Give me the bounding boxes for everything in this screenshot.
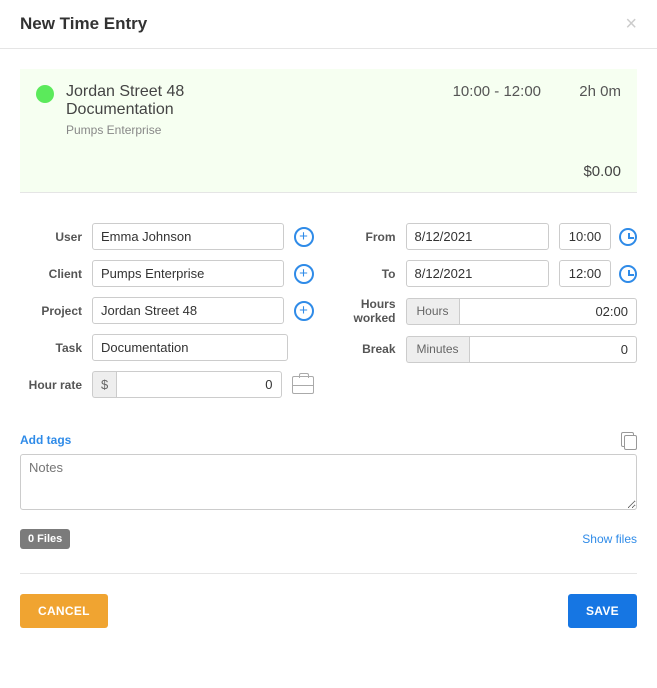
modal-footer: CANCEL SAVE	[20, 573, 637, 628]
hour-rate-currency: $	[92, 371, 116, 398]
break-label: Break	[344, 342, 406, 356]
notes-textarea[interactable]	[20, 454, 637, 510]
user-label: User	[20, 230, 92, 244]
hour-rate-input[interactable]	[116, 371, 281, 398]
summary-task: Documentation	[66, 101, 421, 119]
client-input[interactable]	[92, 260, 284, 287]
to-time-input[interactable]	[559, 260, 611, 287]
hours-worked-prefix: Hours	[406, 298, 459, 325]
project-color-dot	[36, 85, 54, 103]
hours-worked-input[interactable]	[459, 298, 637, 325]
add-project-button[interactable]: +	[294, 301, 314, 321]
summary-project: Jordan Street 48	[66, 83, 421, 101]
to-label: To	[344, 267, 406, 281]
add-client-button[interactable]: +	[294, 264, 314, 284]
modal-header: New Time Entry ×	[0, 0, 657, 49]
summary-card: Jordan Street 48 Documentation Pumps Ent…	[20, 69, 637, 193]
copy-icon[interactable]	[621, 432, 637, 448]
briefcase-icon[interactable]	[292, 376, 314, 394]
cancel-button[interactable]: CANCEL	[20, 594, 108, 628]
break-input[interactable]	[469, 336, 637, 363]
summary-time-range: 10:00 - 12:00	[421, 83, 551, 100]
summary-client: Pumps Enterprise	[66, 123, 421, 137]
from-label: From	[344, 230, 406, 244]
summary-duration: 2h 0m	[551, 83, 621, 100]
modal-title: New Time Entry	[20, 14, 147, 34]
clock-icon-to[interactable]	[619, 265, 637, 283]
break-prefix: Minutes	[406, 336, 469, 363]
task-label: Task	[20, 341, 92, 355]
hour-rate-label: Hour rate	[20, 378, 92, 392]
close-icon[interactable]: ×	[625, 14, 637, 34]
project-input[interactable]	[92, 297, 284, 324]
modal-body: Jordan Street 48 Documentation Pumps Ent…	[0, 49, 657, 646]
save-button[interactable]: SAVE	[568, 594, 637, 628]
clock-icon-from[interactable]	[619, 228, 637, 246]
from-date-input[interactable]	[406, 223, 550, 250]
from-time-input[interactable]	[559, 223, 611, 250]
add-user-button[interactable]: +	[294, 227, 314, 247]
files-badge: 0 Files	[20, 529, 70, 549]
user-input[interactable]	[92, 223, 284, 250]
summary-amount: $0.00	[36, 163, 621, 180]
show-files-link[interactable]: Show files	[582, 532, 637, 546]
project-label: Project	[20, 304, 92, 318]
to-date-input[interactable]	[406, 260, 550, 287]
task-input[interactable]	[92, 334, 288, 361]
add-tags-link[interactable]: Add tags	[20, 433, 71, 447]
client-label: Client	[20, 267, 92, 281]
hours-worked-label: Hours worked	[344, 297, 406, 326]
